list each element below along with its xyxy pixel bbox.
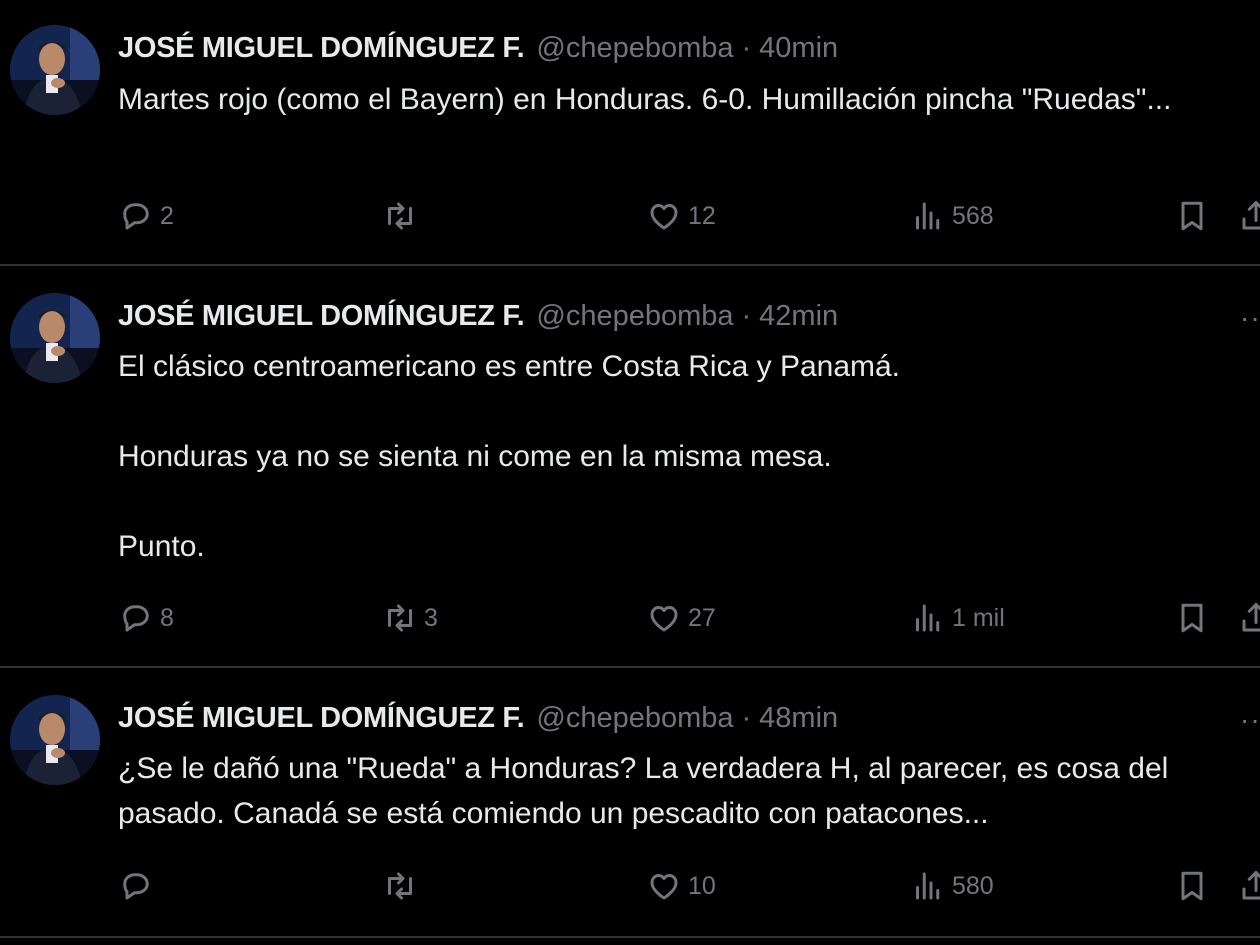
reply-icon	[123, 605, 149, 632]
tweet[interactable]: JOSÉ MIGUEL DOMÍNGUEZ F. @chepebomba · 4…	[0, 0, 1260, 265]
like-button[interactable]: 10	[646, 868, 716, 904]
tweet-text: El clásico centroamericano es entre Cost…	[118, 344, 1248, 569]
bookmark-button[interactable]	[1174, 198, 1210, 234]
author-name[interactable]: JOSÉ MIGUEL DOMÍNGUEZ F.	[118, 702, 525, 735]
views-button[interactable]: 580	[910, 868, 994, 904]
share-icon	[1242, 201, 1260, 230]
reply-icon	[123, 873, 149, 900]
reply-button[interactable]	[118, 868, 160, 904]
tweet-text: ¿Se le dañó una "Rueda" a Honduras? La v…	[118, 746, 1248, 836]
like-button[interactable]: 12	[646, 198, 716, 234]
tweet-header: JOSÉ MIGUEL DOMÍNGUEZ F. @chepebomba · 4…	[118, 28, 838, 68]
bookmark-button[interactable]	[1174, 600, 1210, 636]
retweet-count: 3	[424, 603, 438, 632]
tweet-text: Martes rojo (como el Bayern) en Honduras…	[118, 77, 1248, 122]
like-count: 10	[688, 871, 716, 900]
retweet-icon	[388, 202, 412, 230]
reply-icon	[123, 203, 149, 230]
bookmark-icon	[1181, 603, 1203, 633]
author-handle[interactable]: @chepebomba	[536, 32, 733, 65]
reply-count: 8	[160, 603, 174, 632]
like-count: 12	[688, 201, 716, 230]
views-icon	[916, 604, 940, 632]
like-icon	[650, 874, 678, 900]
tweet[interactable]: JOSÉ MIGUEL DOMÍNGUEZ F. @chepebomba · 4…	[0, 668, 1260, 938]
tweet-feed: JOSÉ MIGUEL DOMÍNGUEZ F. @chepebomba · 4…	[0, 0, 1260, 945]
retweet-button[interactable]	[382, 868, 424, 904]
views-count: 580	[952, 871, 994, 900]
timestamp[interactable]: 48min	[759, 702, 838, 735]
retweet-icon	[388, 604, 412, 632]
views-icon	[916, 202, 940, 230]
tweet-paragraph: ¿Se le dañó una "Rueda" a Honduras? La v…	[118, 752, 1169, 830]
retweet-icon	[388, 872, 412, 900]
tweet[interactable]: JOSÉ MIGUEL DOMÍNGUEZ F. @chepebomba · 4…	[0, 266, 1260, 666]
reply-count: 2	[160, 201, 174, 230]
tweet-header: JOSÉ MIGUEL DOMÍNGUEZ F. @chepebomba · 4…	[118, 296, 838, 336]
bookmark-button[interactable]	[1174, 868, 1210, 904]
like-count: 27	[688, 603, 716, 632]
reply-button[interactable]: 8	[118, 600, 174, 636]
tweet-header: JOSÉ MIGUEL DOMÍNGUEZ F. @chepebomba · 4…	[118, 698, 838, 738]
avatar[interactable]	[10, 25, 100, 115]
share-button[interactable]	[1238, 868, 1260, 904]
views-count: 568	[952, 201, 994, 230]
more-icon[interactable]: ··	[1240, 302, 1260, 334]
author-name[interactable]: JOSÉ MIGUEL DOMÍNGUEZ F.	[118, 300, 525, 333]
tweet-paragraph: Martes rojo (como el Bayern) en Honduras…	[118, 83, 1172, 116]
share-icon	[1242, 871, 1260, 900]
views-button[interactable]: 1 mil	[910, 600, 1005, 636]
divider	[0, 936, 1260, 938]
separator-dot: ·	[741, 31, 752, 64]
timestamp[interactable]: 42min	[759, 300, 838, 333]
retweet-button[interactable]: 3	[382, 600, 438, 636]
author-handle[interactable]: @chepebomba	[536, 702, 733, 735]
share-button[interactable]	[1238, 600, 1260, 636]
tweet-paragraph: Punto.	[118, 530, 205, 563]
views-icon	[916, 872, 940, 900]
like-button[interactable]: 27	[646, 600, 716, 636]
share-icon	[1242, 603, 1260, 632]
like-icon	[650, 204, 678, 230]
avatar[interactable]	[10, 695, 100, 785]
author-name[interactable]: JOSÉ MIGUEL DOMÍNGUEZ F.	[118, 32, 525, 65]
bookmark-icon	[1181, 201, 1203, 231]
reply-button[interactable]: 2	[118, 198, 174, 234]
retweet-button[interactable]	[382, 198, 424, 234]
avatar[interactable]	[10, 293, 100, 383]
views-button[interactable]: 568	[910, 198, 994, 234]
separator-dot: ·	[741, 701, 752, 734]
author-handle[interactable]: @chepebomba	[536, 300, 733, 333]
tweet-paragraph: El clásico centroamericano es entre Cost…	[118, 350, 901, 383]
bookmark-icon	[1181, 871, 1203, 901]
share-button[interactable]	[1238, 198, 1260, 234]
views-count: 1 mil	[952, 603, 1005, 632]
more-icon[interactable]: ··	[1240, 704, 1260, 736]
separator-dot: ·	[741, 299, 752, 332]
tweet-paragraph: Honduras ya no se sienta ni come en la m…	[118, 440, 832, 473]
timestamp[interactable]: 40min	[759, 32, 838, 65]
like-icon	[650, 606, 678, 632]
